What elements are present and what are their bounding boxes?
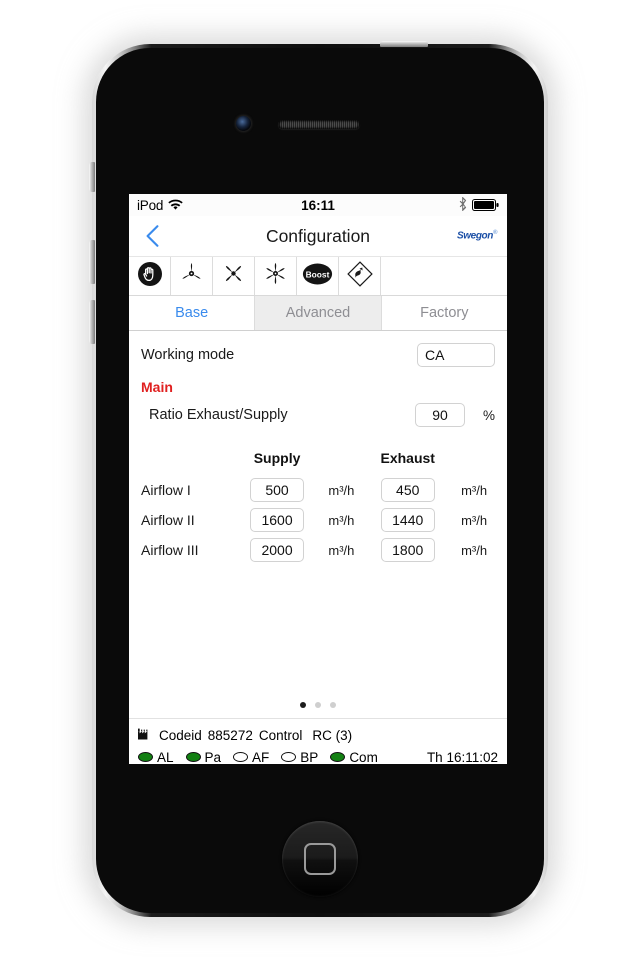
diamond-flow-icon [346,260,374,293]
airflow-col-name [141,449,234,475]
airflow-2-exhaust-input[interactable]: 1440 [380,508,435,532]
page-dot-3[interactable] [330,702,336,708]
tab-advanced[interactable]: Advanced [255,296,382,330]
mode-airflow-2-button[interactable] [213,257,255,295]
airflow-col-exhaust: Exhaust [380,450,435,466]
led-com-indicator [330,752,346,762]
mode-stop-button[interactable] [129,257,171,295]
airflow-3-exhaust-unit: m³/h [461,542,488,558]
led-al-indicator [138,752,153,762]
led-af-label: AF [252,749,270,765]
footer-led-row: AL Pa AF BP Com Th 16:11:02 [138,746,498,764]
tab-factory-label: Factory [420,305,469,321]
airflow-1-supply-unit: m³/h [328,482,355,498]
airflow-table-header: Supply Exhaust [141,449,495,475]
volume-up-button[interactable] [89,240,95,284]
ratio-input[interactable]: 90 [415,403,465,427]
codeid-label: Codeid [159,727,202,743]
mode-boost-button[interactable]: Boost [297,257,339,295]
airflow-1-exhaust-unit: m³/h [461,482,488,498]
working-mode-input[interactable]: CA [417,343,495,367]
control-value: RC (3) [312,727,353,743]
airflow-2-supply-unit: m³/h [328,512,355,528]
pagination-dots [129,702,507,708]
back-button[interactable] [139,221,165,251]
power-button[interactable] [380,41,428,47]
led-al-label: AL [157,749,174,765]
hand-stop-icon [137,261,163,292]
tab-factory[interactable]: Factory [381,296,507,330]
airflow-1-exhaust-input[interactable]: 450 [380,478,435,502]
ratio-row: Ratio Exhaust/Supply 90 % [141,399,495,431]
section-main-title: Main [141,379,173,395]
airflow-table: Supply Exhaust Airflow I 500 m³/h 450 m³… [141,449,495,565]
earpiece-speaker-icon [278,120,360,129]
page-title: Configuration [265,225,371,246]
footer-info-row: Codeid 885272 Control RC (3) [138,724,498,746]
airflow-3-supply-input[interactable]: 2000 [250,538,305,562]
footer-status-bar: Codeid 885272 Control RC (3) AL Pa AF BP… [129,718,507,764]
brand-logo-text: Swegon [457,230,493,242]
page-dot-2[interactable] [315,702,321,708]
tab-base-label: Base [175,305,209,321]
airflow-3-exhaust-input[interactable]: 1800 [380,538,435,562]
airflow-3-supply-unit: m³/h [328,542,355,558]
codeid-value: 885272 [207,727,253,743]
factory-icon [138,728,153,743]
led-bp-indicator [281,752,297,762]
airflow-col-exhaust-unit [453,449,495,475]
silent-switch[interactable] [89,162,95,192]
page-dot-1[interactable] [300,702,306,708]
nav-bar: Configuration Swegon® [129,216,507,257]
airflow-1-label: Airflow I [141,482,191,498]
airflow-2-supply-input[interactable]: 1600 [250,508,305,532]
front-camera-icon [236,116,251,131]
control-label: Control [258,727,303,743]
boost-icon: Boost [302,262,333,291]
home-button[interactable] [282,821,358,897]
chevron-left-icon [146,225,158,247]
airflow-2-exhaust-unit: m³/h [461,512,488,528]
tab-base[interactable]: Base [129,296,256,330]
mode-bypass-button[interactable] [339,257,381,295]
airflow-2-label: Airflow II [141,512,195,528]
table-row: Airflow II 1600 m³/h 1440 m³/h [141,505,495,535]
led-pa-label: Pa [204,749,222,765]
working-mode-label: Working mode [141,347,235,363]
led-af-indicator [233,752,249,762]
volume-down-button[interactable] [89,300,95,344]
fan-6-blade-icon [262,260,289,292]
mode-toolbar: Boost [129,257,507,296]
table-row: Airflow III 2000 m³/h 1800 m³/h [141,535,495,565]
status-clock: 16:11 [301,197,335,213]
svg-text:Boost: Boost [306,269,330,279]
mode-airflow-3-button[interactable] [255,257,297,295]
phone-device: iPod 16:11 Configuration Swegon® Boost B… [89,41,548,917]
brand-logo-mark: ® [492,230,497,237]
led-com-label: Com [349,749,378,765]
mode-airflow-1-button[interactable] [171,257,213,295]
footer-time: Th 16:11:02 [426,749,498,765]
phone-screen: iPod 16:11 Configuration Swegon® Boost B… [129,194,507,764]
tab-bar: Base Advanced Factory [129,296,507,331]
airflow-col-supply: Supply [253,450,301,466]
home-button-icon [304,843,336,875]
airflow-1-supply-input[interactable]: 500 [250,478,305,502]
table-row: Airflow I 500 m³/h 450 m³/h [141,475,495,505]
led-bp-label: BP [300,749,319,765]
content-area: Working mode CA Main Ratio Exhaust/Suppl… [129,335,507,718]
airflow-3-label: Airflow III [141,542,199,558]
fan-3-blade-icon [178,260,205,292]
airflow-col-supply-unit [320,449,362,475]
ratio-label: Ratio Exhaust/Supply [149,407,288,423]
tab-advanced-label: Advanced [285,305,351,321]
ios-status-bar: iPod 16:11 [129,194,507,216]
working-mode-row: Working mode CA [141,335,495,375]
led-pa-indicator [185,752,201,762]
fan-4-blade-icon [220,260,247,292]
brand-logo: Swegon® [457,230,497,241]
ratio-unit: % [482,407,495,423]
